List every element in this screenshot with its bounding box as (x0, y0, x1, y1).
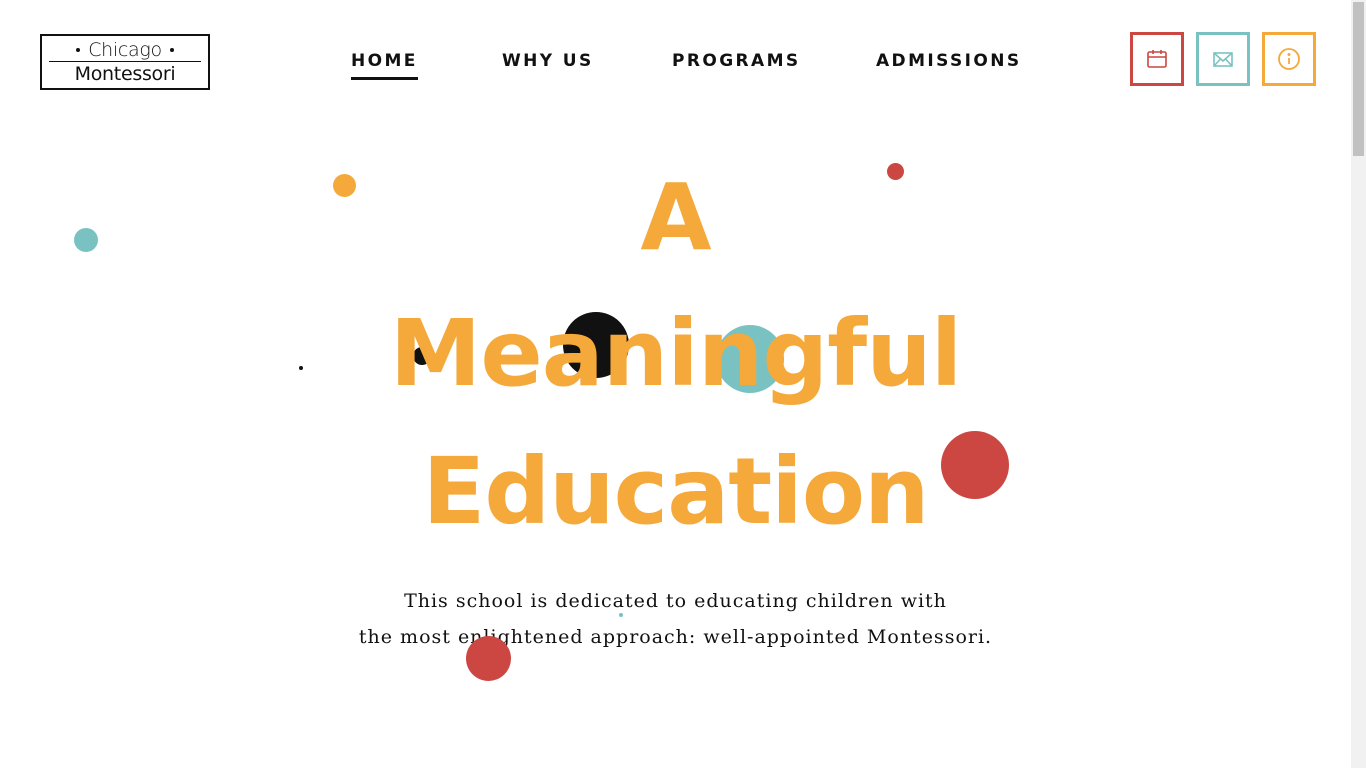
hero-title-line-1: A (640, 164, 711, 271)
hero-title-line-3: Education (422, 438, 929, 545)
page: Chicago Montessori HOME WHY US PROGRAMS … (0, 0, 1351, 768)
info-icon (1278, 48, 1300, 70)
info-button[interactable] (1262, 32, 1316, 86)
nav-programs[interactable]: PROGRAMS (672, 51, 801, 77)
decorative-dot (466, 636, 511, 681)
calendar-icon (1147, 50, 1167, 68)
vertical-scrollbar[interactable] (1351, 0, 1366, 768)
nav-why-us[interactable]: WHY US (502, 51, 594, 77)
scrollbar-thumb[interactable] (1353, 2, 1364, 156)
hero-copy-line-2: the most enlightened approach: well-appo… (358, 626, 993, 648)
mail-button[interactable] (1196, 32, 1250, 86)
nav-admissions[interactable]: ADMISSIONS (876, 51, 1021, 77)
nav-home[interactable]: HOME (351, 51, 418, 80)
hero-copy-line-1: This school is dedicated to educating ch… (404, 590, 947, 612)
calendar-button[interactable] (1130, 32, 1184, 86)
hero-title-line-2: Meaningful (389, 300, 962, 407)
mail-icon (1213, 52, 1233, 67)
